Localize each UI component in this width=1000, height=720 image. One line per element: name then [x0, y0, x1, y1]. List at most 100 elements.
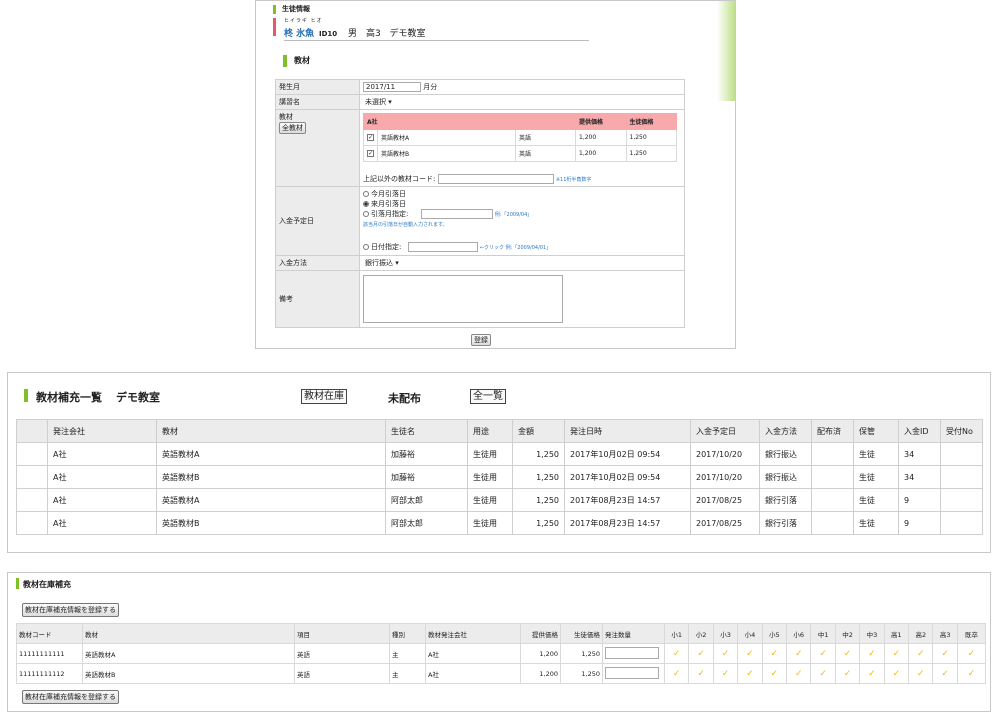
deposit-next-month-option[interactable]: 来月引落日 — [363, 199, 681, 209]
table-row[interactable]: A社 英語教材B 阿部太郎 生徒用 1,250 2017年08月23日 14:5… — [16, 511, 983, 535]
table-header-row: 発注会社 教材 生徒名 用途 金額 発注日時 入金予定日 入金方法 配布済 保管… — [16, 419, 983, 443]
payment-method-select[interactable]: 銀行振込 ▾ — [363, 258, 401, 268]
deposit-date-input[interactable] — [407, 242, 478, 252]
grade-check-icon[interactable]: ✓ — [956, 643, 987, 664]
grade-check-icon[interactable]: ✓ — [786, 643, 812, 664]
student-grade: 高3 — [365, 29, 381, 39]
material-price: 1,200 — [575, 129, 627, 146]
grade-check-icon[interactable]: ✓ — [810, 663, 836, 684]
cell: 生徒 — [853, 511, 899, 535]
cell: 生徒 — [853, 442, 899, 466]
replenish-list-heading: 教材補充一覧 デモ教室 — [36, 389, 174, 405]
cell: 2017年10月02日 09:54 — [564, 442, 691, 466]
deposit-month-spec-option[interactable]: 引落月指定: 例:「2009/04」 — [363, 209, 681, 220]
student-info-title: 生徒情報 — [273, 5, 310, 14]
deposit-date-spec-option[interactable]: 日付指定: ←クリック 例:「2009/04/01」 — [363, 242, 681, 253]
undistributed-label: 未配布 — [388, 392, 421, 405]
grade-check-icon[interactable]: ✓ — [834, 643, 861, 664]
grade-check-icon[interactable]: ✓ — [810, 643, 836, 664]
grade-check-icon[interactable]: ✓ — [859, 643, 885, 664]
student-line: 柊 氷魚 ID10 男 高3 デモ教室 — [284, 26, 589, 41]
deposit-month-note: 該当月の引落日が自動入力されます。 — [363, 222, 448, 228]
grade-check-icon[interactable]: ✓ — [932, 643, 958, 664]
header-gradient — [717, 1, 735, 101]
material-price: 1,200 — [575, 145, 627, 162]
deposit-label: 入金予定日 — [275, 186, 360, 256]
grade-check-icon[interactable]: ✓ — [883, 643, 910, 664]
column-header: 発注数量 — [602, 623, 665, 644]
cell — [940, 442, 983, 466]
grade-check-icon[interactable]: ✓ — [908, 643, 934, 664]
order-qty-input[interactable] — [605, 646, 659, 659]
grade-check-icon[interactable]: ✓ — [932, 663, 958, 684]
grade-check-icon[interactable]: ✓ — [786, 663, 812, 684]
column-header: 教材 — [156, 419, 386, 443]
grade-check-icon[interactable]: ✓ — [737, 663, 763, 684]
column-header: 小6 — [786, 623, 812, 644]
month-label: 発生月 — [275, 79, 360, 95]
material-subject: 英語 — [515, 145, 576, 162]
month-suffix: 月分 — [423, 83, 438, 91]
column-header: 入金予定日 — [690, 419, 760, 443]
grade-check-icon[interactable]: ✓ — [883, 663, 910, 684]
column-header: 小2 — [688, 623, 714, 644]
grade-check-icon[interactable]: ✓ — [688, 663, 714, 684]
material-name: 英語教材B — [82, 663, 295, 684]
remarks-label: 備考 — [275, 270, 360, 328]
material-checkbox[interactable]: ✓ — [367, 134, 374, 141]
material-kind: 主 — [389, 643, 426, 664]
remarks-textarea[interactable] — [363, 275, 563, 323]
grade-check-icon[interactable]: ✓ — [663, 643, 690, 664]
table-row[interactable]: A社 英語教材B 加藤裕 生徒用 1,250 2017年10月02日 09:54… — [16, 465, 983, 489]
replenish-list-title: 教材補充一覧 — [36, 391, 102, 404]
all-materials-button[interactable]: 全教材 — [279, 122, 306, 134]
column-header: 配布済 — [811, 419, 854, 443]
cell: 銀行振込 — [759, 465, 812, 489]
cell: 銀行引落 — [759, 488, 812, 512]
material-form-table: 発生月 2017/11 月分 講習名 未選択 ▾ 教材 全教材 A社 提供価格 — [275, 79, 685, 328]
table-row[interactable]: A社 英語教材A 阿部太郎 生徒用 1,250 2017年08月23日 14:5… — [16, 488, 983, 512]
submit-button[interactable]: 登録 — [471, 334, 491, 346]
grade-check-icon[interactable]: ✓ — [859, 663, 885, 684]
stock-button[interactable]: 教材在庫 — [301, 389, 347, 404]
column-header: 高1 — [883, 623, 910, 644]
cell: 英語教材A — [156, 488, 386, 512]
month-cell: 2017/11 月分 — [359, 79, 685, 95]
grade-check-icon[interactable]: ✓ — [761, 663, 788, 684]
column-header: 金額 — [512, 419, 565, 443]
order-qty-input[interactable] — [605, 666, 659, 679]
cell: 9 — [898, 511, 941, 535]
grade-check-icon[interactable]: ✓ — [737, 643, 763, 664]
deposit-this-month-option[interactable]: 今月引落日 — [363, 189, 681, 199]
accent-bar — [24, 389, 28, 402]
grade-check-icon[interactable]: ✓ — [712, 663, 739, 684]
register-stock-button-bottom[interactable]: 教材在庫補充情報を登録する — [22, 690, 119, 704]
column-header: 保管 — [853, 419, 899, 443]
grade-check-icon[interactable]: ✓ — [956, 663, 987, 684]
radio-selected-icon — [363, 201, 369, 207]
table-row: 11111111111 英語教材A 英語 主 A社 1,200 1,250 ✓ … — [16, 643, 987, 664]
course-select[interactable]: 未選択 ▾ — [363, 97, 394, 107]
material-items-table: A社 提供価格 生徒価格 ✓ 英語教材A 英語 1,200 1,250 ✓ 英語… — [363, 113, 677, 162]
table-row[interactable]: A社 英語教材A 加藤裕 生徒用 1,250 2017年10月02日 09:54… — [16, 442, 983, 466]
all-list-button[interactable]: 全一覧 — [470, 389, 506, 404]
other-code-hint: ※11桁半角数字 — [555, 177, 592, 183]
grade-check-icon[interactable]: ✓ — [712, 643, 739, 664]
deposit-month-input[interactable] — [420, 209, 493, 219]
material-item-row: ✓ 英語教材B 英語 1,200 1,250 — [363, 145, 677, 162]
grade-check-icon[interactable]: ✓ — [834, 663, 861, 684]
cell — [16, 442, 48, 466]
other-code-input[interactable] — [437, 174, 554, 184]
grade-check-icon[interactable]: ✓ — [688, 643, 714, 664]
student-school: デモ教室 — [389, 29, 426, 39]
column-header: 中3 — [859, 623, 885, 644]
column-header: 入金方法 — [759, 419, 812, 443]
grade-check-icon[interactable]: ✓ — [663, 663, 690, 684]
register-stock-button-top[interactable]: 教材在庫補充情報を登録する — [22, 603, 119, 617]
material-company: A社 — [425, 643, 521, 664]
material-checkbox[interactable]: ✓ — [367, 150, 374, 157]
replenish-list-table: 発注会社 教材 生徒名 用途 金額 発注日時 入金予定日 入金方法 配布済 保管… — [16, 419, 983, 535]
grade-check-icon[interactable]: ✓ — [761, 643, 788, 664]
month-input[interactable]: 2017/11 — [363, 82, 421, 92]
grade-check-icon[interactable]: ✓ — [908, 663, 934, 684]
